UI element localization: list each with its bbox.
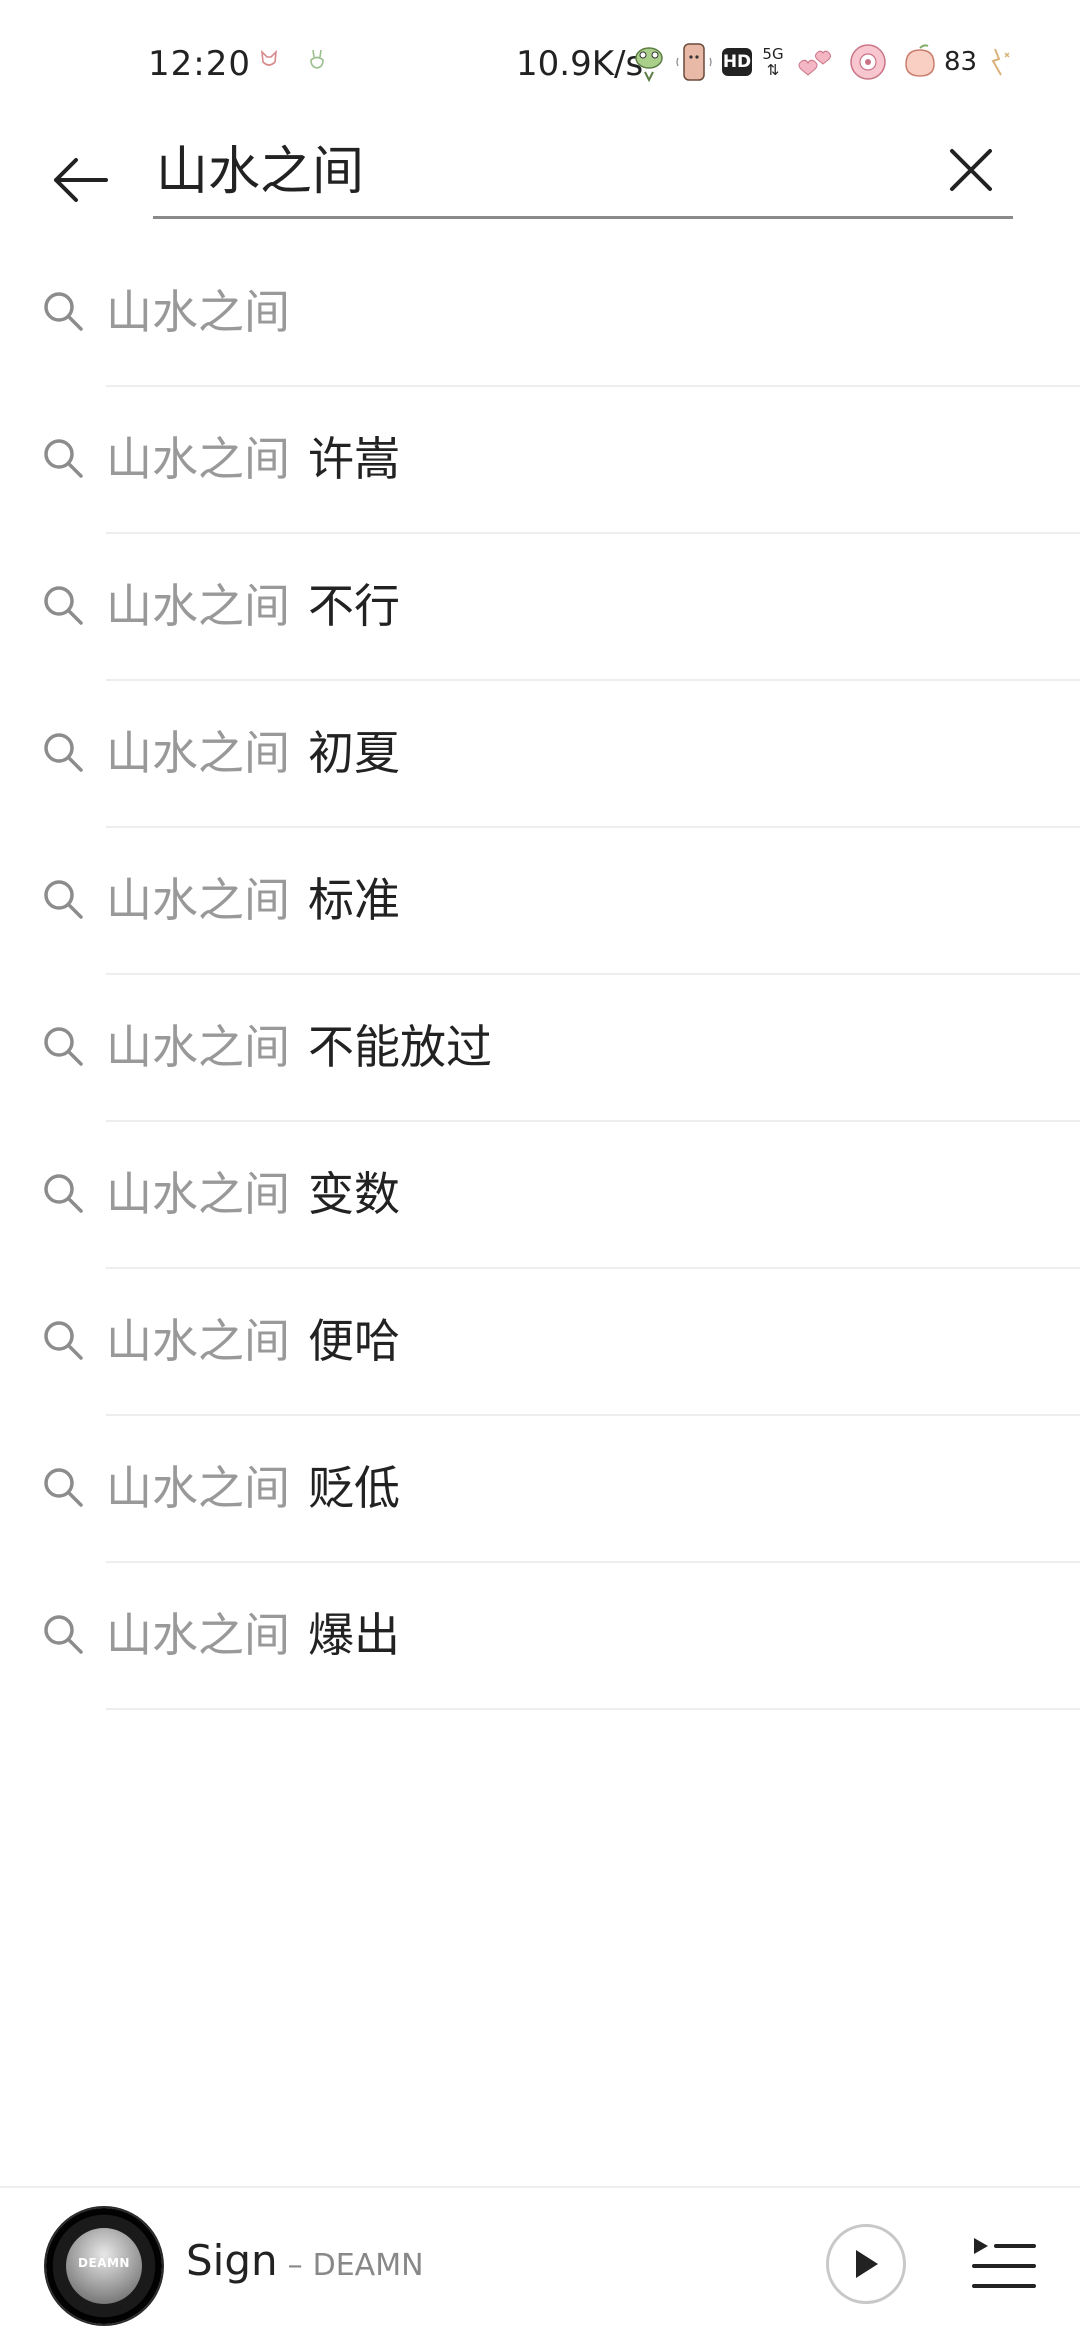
suggestion-text: 山水之间 不行	[106, 576, 400, 636]
suggestion-prefix: 山水之间	[106, 1314, 290, 1368]
search-icon	[44, 1321, 83, 1360]
album-cover-text: DEAMN	[78, 2256, 130, 2270]
fox-sticker-icon	[260, 49, 278, 66]
now-playing-info[interactable]: Sign – DEAMN	[186, 2236, 424, 2285]
suggestion-text: 山水之间 标准	[106, 870, 400, 930]
play-button[interactable]	[826, 2224, 906, 2304]
suggestion-prefix: 山水之间	[106, 1167, 290, 1221]
suggestion-text: 山水之间 初夏	[106, 723, 400, 783]
sparkle-icon	[991, 48, 1010, 76]
suggestion-prefix: 山水之间	[106, 1020, 290, 1074]
suggestion-item-9[interactable]: 山水之间 贬低	[0, 1416, 1080, 1563]
suggestion-prefix: 山水之间	[106, 432, 290, 486]
status-icons-group: HD 5G ⇅ 83	[632, 38, 1013, 86]
mini-player[interactable]: DEAMN Sign – DEAMN	[0, 2186, 1080, 2342]
suggestion-item-8[interactable]: 山水之间 便哈	[0, 1269, 1080, 1416]
suggestion-list: 山水之间 山水之间 许嵩 山水之间 不行 山水之间 初夏 山水之间 标准 山水之…	[0, 240, 1080, 1710]
song-title: Sign	[186, 2236, 278, 2285]
search-header: 山水之间	[0, 130, 1080, 240]
network-speed: 10.9K/s	[516, 44, 644, 84]
close-icon	[950, 149, 992, 191]
suggestion-suffix: 初夏	[308, 726, 400, 780]
suggestion-item-4[interactable]: 山水之间 初夏	[0, 681, 1080, 828]
search-icon	[44, 1027, 83, 1066]
signal-5g-indicator: 5G ⇅	[762, 45, 784, 79]
suggestion-text: 山水之间 许嵩	[106, 429, 400, 489]
peach-battery-icon	[905, 44, 935, 77]
suggestion-item-5[interactable]: 山水之间 标准	[0, 828, 1080, 975]
suggestion-suffix: 许嵩	[308, 432, 400, 486]
suggestion-item-7[interactable]: 山水之间 变数	[0, 1122, 1080, 1269]
suggestion-suffix: 不行	[308, 579, 400, 633]
frog-sticker-icon	[635, 47, 663, 82]
suggestion-prefix: 山水之间	[106, 726, 290, 780]
hd-badge: HD	[722, 48, 752, 76]
suggestion-suffix: 贬低	[308, 1461, 400, 1515]
suggestion-text: 山水之间 变数	[106, 1164, 400, 1224]
suggestion-prefix: 山水之间	[106, 285, 290, 339]
search-icon	[44, 1615, 83, 1654]
song-artist: DEAMN	[312, 2248, 424, 2283]
search-icon	[44, 733, 83, 772]
search-icon	[44, 439, 83, 478]
bunny-sticker-icon	[310, 49, 324, 69]
hearts-signal-icon	[798, 50, 831, 76]
suggestion-text: 山水之间 不能放过	[106, 1017, 492, 1077]
suggestion-suffix: 变数	[308, 1167, 400, 1221]
suggestion-item-10[interactable]: 山水之间 爆出	[0, 1563, 1080, 1710]
suggestion-suffix: 爆出	[308, 1608, 400, 1662]
suggestion-prefix: 山水之间	[106, 579, 290, 633]
search-query-text[interactable]: 山水之间	[156, 140, 364, 204]
suggestion-suffix: 标准	[308, 873, 400, 927]
back-button[interactable]	[40, 140, 120, 220]
suggestion-item-1[interactable]: 山水之间	[0, 240, 1080, 387]
song-separator: –	[287, 2248, 303, 2283]
suggestion-text: 山水之间 爆出	[106, 1605, 400, 1665]
search-icon	[44, 1468, 83, 1507]
search-icon	[44, 1174, 83, 1213]
arrow-left-icon	[54, 158, 108, 202]
suggestion-item-3[interactable]: 山水之间 不行	[0, 534, 1080, 681]
suggestion-suffix: 便哈	[308, 1314, 400, 1368]
suggestion-prefix: 山水之间	[106, 1608, 290, 1662]
suggestion-text: 山水之间 便哈	[106, 1311, 400, 1371]
donut-wifi-icon	[850, 44, 886, 80]
phone-sticker-icon	[676, 43, 712, 81]
suggestion-text: 山水之间 贬低	[106, 1458, 400, 1518]
play-icon	[856, 2250, 878, 2278]
suggestion-item-2[interactable]: 山水之间 许嵩	[0, 387, 1080, 534]
playlist-icon[interactable]	[968, 2230, 1040, 2302]
album-cover: DEAMN	[66, 2228, 142, 2304]
suggestion-item-6[interactable]: 山水之间 不能放过	[0, 975, 1080, 1122]
clear-button[interactable]	[939, 138, 1003, 202]
album-disc[interactable]: DEAMN	[46, 2208, 162, 2324]
search-icon	[44, 880, 83, 919]
suggestion-suffix: 不能放过	[308, 1020, 492, 1074]
suggestion-text: 山水之间	[106, 282, 290, 342]
search-icon	[44, 292, 83, 331]
status-bar: 12:20 10.9K/s HD 5G ⇅ 83	[0, 0, 1080, 130]
status-time: 12:20	[148, 44, 251, 84]
search-input[interactable]: 山水之间	[153, 130, 1013, 219]
battery-level: 83	[944, 47, 978, 77]
suggestion-prefix: 山水之间	[106, 873, 290, 927]
search-icon	[44, 586, 83, 625]
divider	[106, 1708, 1080, 1710]
suggestion-prefix: 山水之间	[106, 1461, 290, 1515]
